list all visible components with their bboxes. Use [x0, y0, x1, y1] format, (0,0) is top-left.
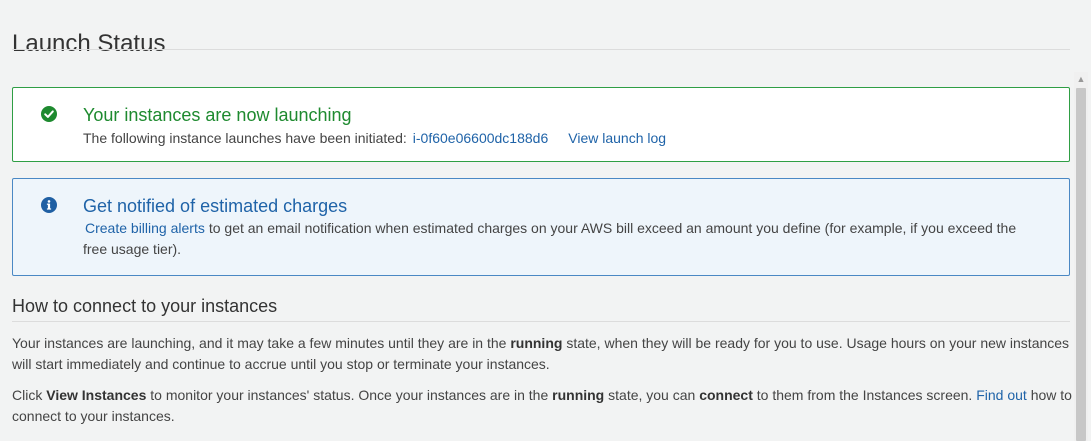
billing-alert-title: Get notified of estimated charges: [83, 196, 348, 216]
para1-text-a: Your instances are launching, and it may…: [12, 335, 511, 351]
launch-info-paragraph: Your instances are launching, and it may…: [12, 333, 1072, 375]
scroll-up-arrow-icon[interactable]: ▲: [1074, 72, 1088, 86]
section-divider: [12, 321, 1070, 322]
scrollbar-thumb[interactable]: [1076, 88, 1086, 441]
info-circle-icon: [41, 197, 57, 213]
check-circle-icon: [41, 106, 57, 122]
instance-id-link[interactable]: i-0f60e06600dc188d6: [413, 130, 548, 146]
success-alert-text: The following instance launches have bee…: [83, 130, 407, 146]
success-alert-body: The following instance launches have bee…: [83, 128, 666, 149]
para2-view-instances: View Instances: [46, 387, 147, 403]
create-billing-alerts-link[interactable]: Create billing alerts: [85, 220, 205, 236]
vertical-scrollbar[interactable]: ▲: [1074, 72, 1088, 441]
para2-text-a: Click: [12, 387, 47, 403]
billing-info-alert: Get notified of estimated charges Create…: [12, 178, 1070, 276]
page-title: Launch Status: [12, 30, 166, 58]
find-out-link[interactable]: Find out: [976, 387, 1027, 403]
success-alert: Your instances are now launching The fol…: [12, 87, 1070, 162]
para2-text-b: to monitor your instances' status. Once …: [146, 387, 553, 403]
connect-section-heading: How to connect to your instances: [12, 296, 278, 316]
para1-running: running: [510, 335, 563, 351]
para2-text-d: to them from the Instances screen.: [752, 387, 977, 403]
para2-text-c: state, you can: [604, 387, 700, 403]
view-launch-log-link[interactable]: View launch log: [568, 130, 666, 146]
billing-alert-body: Create billing alerts to get an email not…: [83, 218, 1043, 260]
para2-running: running: [552, 387, 605, 403]
billing-alert-text: to get an email notification when estima…: [83, 220, 1017, 257]
title-divider: [12, 49, 1070, 50]
connect-info-paragraph: Click View Instances to monitor your ins…: [12, 385, 1072, 427]
para2-connect: connect: [699, 387, 753, 403]
success-alert-title: Your instances are now launching: [83, 105, 352, 125]
